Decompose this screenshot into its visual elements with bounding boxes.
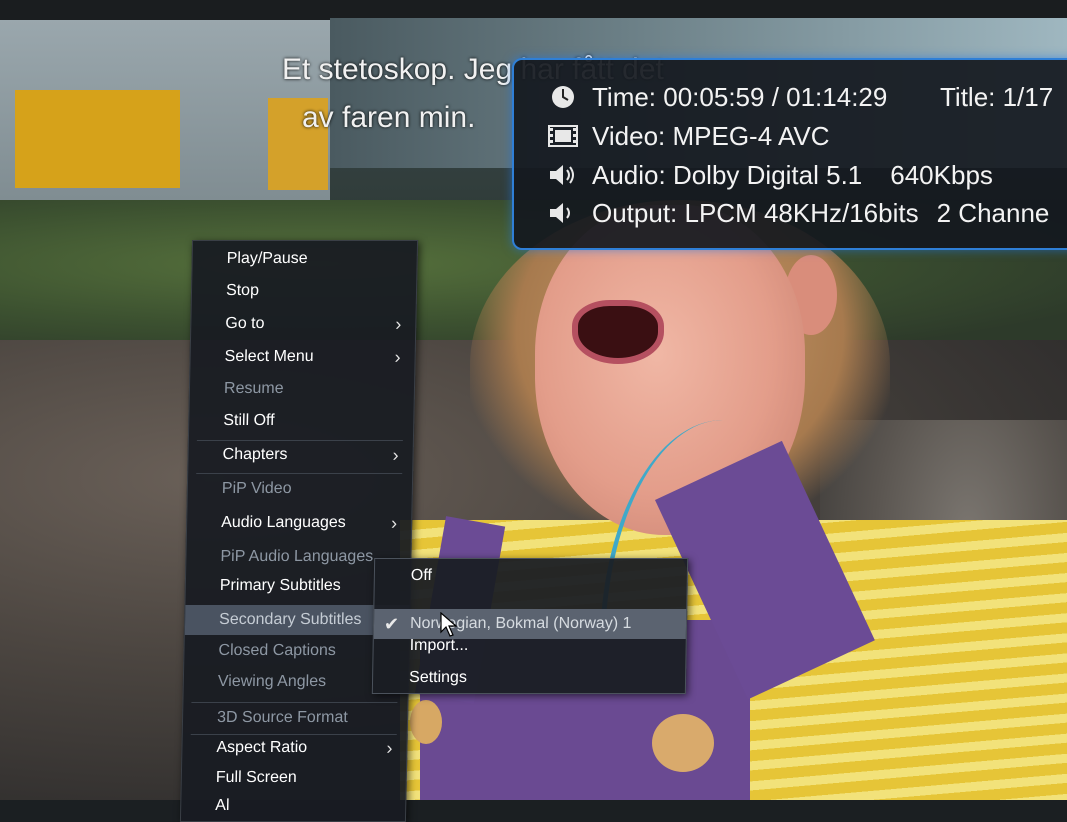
menu-item-select-menu[interactable]: Select Menu › <box>190 342 415 372</box>
menu-item-label: Play/Pause <box>226 250 308 267</box>
context-menu: Play/Pause Stop Go to › Select Menu › Resu… <box>179 240 419 822</box>
menu-item-label: Still Off <box>223 412 275 429</box>
menu-item-pip-video[interactable]: PiP Video <box>188 474 413 504</box>
chevron-right-icon: › <box>392 445 399 465</box>
mouth <box>572 300 664 364</box>
menu-item-full-screen[interactable]: Full Screen <box>182 763 407 793</box>
playback-info-panel: Time: 00:05:59 / 01:14:29 Title: 1/17 Vi… <box>512 58 1067 250</box>
submenu-item-label: Settings <box>408 669 468 686</box>
menu-item-go-to[interactable]: Go to › <box>191 309 416 339</box>
output-row: Output: LPCM 48KHz/16bits 2 Channe <box>546 194 1049 232</box>
output-format: Output: LPCM 48KHz/16bits <box>592 197 919 228</box>
menu-item-resume[interactable]: Resume <box>190 374 415 404</box>
speaker-icon <box>546 160 580 190</box>
secondary-subtitles-submenu: Off ✔ Norwegian, Bokmal (Norway) 1 Import… <box>371 558 689 694</box>
menu-item-chapters[interactable]: Chapters › <box>188 440 413 470</box>
top-edge <box>0 0 1067 20</box>
menu-item-label: 3D Source Format <box>216 709 348 726</box>
clock-icon <box>546 82 580 112</box>
time-readout: Time: 00:05:59 / 01:14:29 <box>592 81 888 112</box>
submenu-item-settings[interactable]: Settings <box>373 663 686 693</box>
chevron-right-icon: › <box>390 513 398 533</box>
overall-button-right <box>652 714 714 772</box>
overall-button-left <box>410 700 442 744</box>
submenu-item-off[interactable]: Off <box>375 561 688 591</box>
menu-item-label: Stop <box>225 282 260 299</box>
audio-format: Audio: Dolby Digital 5.1 <box>592 159 863 190</box>
menu-item-label: Chapters <box>222 446 288 463</box>
submenu-item-import[interactable]: Import... <box>373 631 686 661</box>
time-row: Time: 00:05:59 / 01:14:29 <box>546 78 887 116</box>
menu-item-label: Audio Languages <box>221 514 346 531</box>
menu-item-label: Resume <box>223 380 284 397</box>
output-channels: 2 Channe <box>936 197 1050 228</box>
video-codec: Video: MPEG-4 AVC <box>592 120 830 151</box>
menu-item-3d-source-format[interactable]: 3D Source Format <box>183 703 408 733</box>
menu-item-label: Aspect Ratio <box>216 739 308 756</box>
yellow-window <box>15 90 180 188</box>
submenu-item-label: Off <box>410 567 433 584</box>
menu-item-label: Go to <box>225 315 265 332</box>
menu-item-label: Select Menu <box>224 348 314 365</box>
menu-item-label: Viewing Angles <box>217 673 327 690</box>
menu-item-still-off[interactable]: Still Off <box>189 406 414 436</box>
menu-item-label: Closed Captions <box>218 642 337 659</box>
menu-item-label: Primary Subtitles <box>219 577 341 594</box>
mouse-cursor-icon <box>440 611 458 638</box>
menu-item-audio-languages[interactable]: Audio Languages › <box>187 508 412 538</box>
video-row: Video: MPEG-4 AVC <box>546 117 829 155</box>
speaker-output-icon <box>546 198 580 228</box>
menu-item-aspect-ratio[interactable]: Aspect Ratio › <box>182 733 407 763</box>
menu-item-label: PiP Video <box>221 480 292 497</box>
film-icon <box>546 121 580 151</box>
audio-bitrate: 640Kbps <box>890 159 993 190</box>
menu-item-play-pause[interactable]: Play/Pause <box>192 244 417 274</box>
menu-item-stop[interactable]: Stop <box>192 276 417 306</box>
submenu-item-label: Import... <box>409 637 469 654</box>
title-readout: Title: 1/17 <box>940 82 1054 112</box>
menu-item-partial[interactable]: Al <box>181 791 406 821</box>
chevron-right-icon: › <box>394 347 401 367</box>
chevron-right-icon: › <box>395 314 402 334</box>
chevron-right-icon: › <box>386 738 393 758</box>
menu-item-label: Full Screen <box>215 769 297 786</box>
menu-item-label: PiP Audio Languages <box>220 548 374 565</box>
menu-item-label: Secondary Subtitles <box>218 611 362 628</box>
audio-row: Audio: Dolby Digital 5.1 640Kbps <box>546 156 993 194</box>
